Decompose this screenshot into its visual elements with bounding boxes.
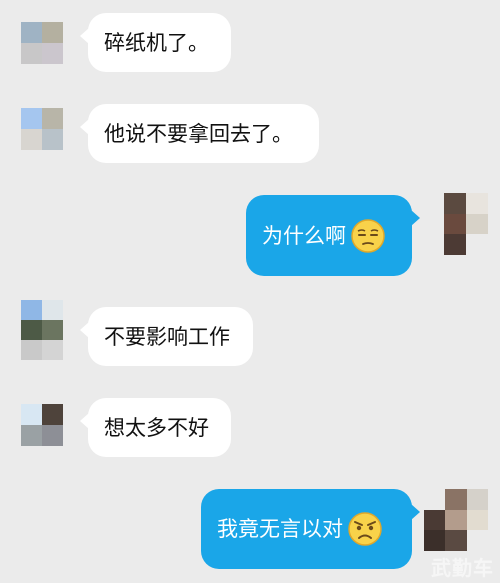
message-text: 碎纸机了。	[104, 30, 209, 55]
watermark: 武勤车	[431, 556, 494, 580]
avatar-tile	[424, 489, 446, 510]
angry-face-icon	[348, 512, 382, 546]
avatar-tile	[445, 530, 467, 551]
chat-thread: 碎纸机了。 他说不要拿回去了。 为什么啊 不要影响工作 想太多不好 我竟无言以对…	[0, 0, 500, 583]
message-bubble-incoming[interactable]: 想太多不好	[80, 398, 231, 457]
avatar-tile	[21, 300, 42, 320]
avatar-tile	[424, 530, 446, 551]
avatar-contact[interactable]	[21, 300, 63, 360]
avatar-tile	[466, 530, 488, 551]
avatar-tile	[42, 425, 63, 446]
avatar-tile	[42, 404, 63, 425]
avatar-self[interactable]	[424, 489, 488, 551]
message-text: 不要影响工作	[104, 324, 230, 349]
message-text: 想太多不好	[104, 415, 209, 440]
avatar-tile	[444, 234, 466, 255]
avatar-tile	[466, 213, 488, 235]
avatar-tile	[466, 193, 488, 214]
message-text: 为什么啊	[262, 223, 346, 248]
avatar-tile	[42, 300, 63, 320]
avatar-self[interactable]	[444, 193, 488, 255]
avatar-tile	[445, 509, 467, 531]
avatar-tile	[42, 320, 63, 340]
avatar-tile	[444, 193, 466, 214]
avatar-tile	[21, 43, 42, 64]
avatar-tile	[42, 22, 63, 43]
message-bubble-incoming[interactable]: 他说不要拿回去了。	[80, 104, 319, 163]
avatar-tile	[466, 489, 488, 510]
message-bubble-outgoing[interactable]: 我竟无言以对	[201, 489, 420, 569]
avatar-tile	[424, 509, 446, 531]
message-bubble-incoming[interactable]: 不要影响工作	[80, 307, 253, 366]
avatar-tile	[42, 340, 63, 360]
avatar-tile	[466, 234, 488, 255]
message-bubble-outgoing[interactable]: 为什么啊	[246, 195, 420, 276]
avatar-tile	[21, 340, 42, 360]
message-text: 他说不要拿回去了。	[104, 121, 293, 146]
avatar-tile	[21, 320, 42, 340]
unamused-face-icon	[351, 218, 385, 253]
avatar-tile	[42, 108, 63, 129]
avatar-tile	[21, 425, 42, 446]
avatar-tile	[42, 129, 63, 150]
avatar-tile	[21, 129, 42, 150]
avatar-tile	[445, 489, 467, 510]
avatar-tile	[466, 509, 488, 531]
avatar-tile	[444, 213, 466, 235]
avatar-contact[interactable]	[21, 404, 63, 446]
avatar-contact[interactable]	[21, 108, 63, 150]
avatar-tile	[21, 404, 42, 425]
message-bubble-incoming[interactable]: 碎纸机了。	[80, 13, 231, 72]
avatar-tile	[21, 22, 42, 43]
avatar-contact[interactable]	[21, 22, 63, 64]
avatar-tile	[21, 108, 42, 129]
message-text: 我竟无言以对	[217, 517, 343, 541]
avatar-tile	[42, 43, 63, 64]
